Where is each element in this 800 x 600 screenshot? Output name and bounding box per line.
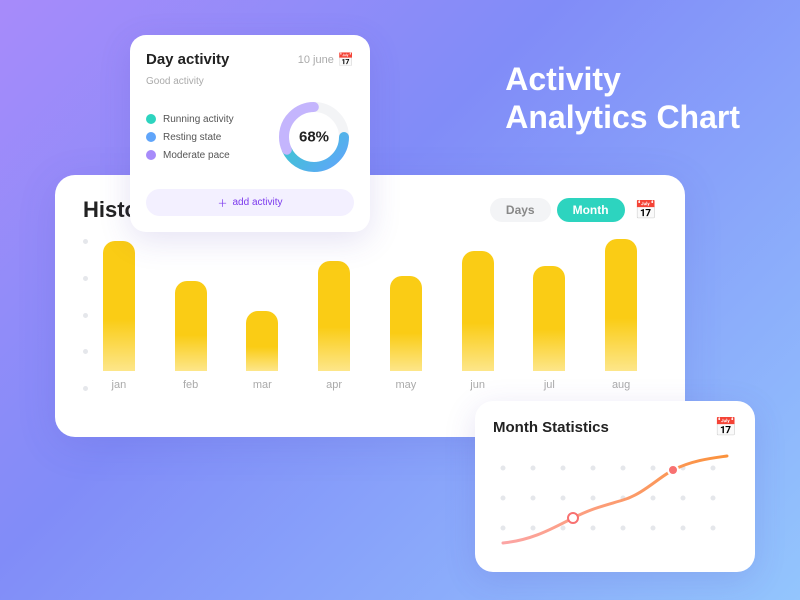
toggle-days-button[interactable]: Days: [490, 198, 551, 222]
day-activity-card: Day activity 10 june 📅 Good activity Run…: [130, 35, 370, 232]
day-activity-header: Day activity 10 june 📅: [146, 51, 354, 68]
calendar-icon-small: 📅: [338, 52, 354, 68]
bar-label: jun: [470, 379, 485, 391]
bar: [175, 281, 207, 371]
add-activity-button[interactable]: ＋ add activity: [146, 189, 354, 216]
bar: [318, 261, 350, 371]
bar-group: mar: [227, 239, 299, 391]
bar-group: apr: [298, 239, 370, 391]
bar: [533, 266, 565, 371]
month-stats-card: Month Statistics 📅: [475, 401, 755, 572]
donut-percentage: 68%: [299, 129, 329, 146]
line-chart: [493, 448, 737, 558]
donut-chart: 68%: [274, 97, 354, 177]
bar-label: aug: [612, 379, 630, 391]
activity-body: Running activity Resting state Moderate …: [146, 97, 354, 177]
legend-dot-purple: [146, 150, 156, 160]
bar: [103, 241, 135, 371]
bar-label: may: [395, 379, 416, 391]
legend-item-resting: Resting state: [146, 132, 264, 143]
legend-item-running: Running activity: [146, 114, 264, 125]
bar: [462, 251, 494, 371]
bar: [605, 239, 637, 371]
bar-group: may: [370, 239, 442, 391]
bar-group: jul: [514, 239, 586, 391]
legend-item-moderate: Moderate pace: [146, 150, 264, 161]
bar-group: jun: [442, 239, 514, 391]
bar-label: apr: [326, 379, 342, 391]
bar-chart: jan feb mar apr may jun jul aug: [83, 239, 657, 419]
bar-label: feb: [183, 379, 198, 391]
page-title: Activity Analytics Chart: [505, 60, 740, 137]
legend-dot-teal: [146, 114, 156, 124]
bar: [246, 311, 278, 371]
legend-dot-blue: [146, 132, 156, 142]
bar-group: aug: [585, 239, 657, 391]
bar-label: mar: [253, 379, 272, 391]
bar: [390, 276, 422, 371]
month-stats-title: Month Statistics: [493, 419, 609, 436]
good-activity-label: Good activity: [146, 76, 354, 87]
bar-label: jan: [112, 379, 127, 391]
day-activity-title: Day activity: [146, 51, 229, 68]
day-activity-date: 10 june 📅: [298, 52, 354, 68]
month-stats-header: Month Statistics 📅: [493, 417, 737, 438]
legend: Running activity Resting state Moderate …: [146, 114, 264, 161]
title-area: Activity Analytics Chart: [505, 60, 740, 137]
plus-icon: ＋: [217, 195, 227, 210]
bar-label: jul: [544, 379, 555, 391]
bar-group: feb: [155, 239, 227, 391]
bar-group: jan: [83, 239, 155, 391]
calendar-icon-monthstats: 📅: [715, 417, 737, 438]
toggle-group: Days Month 📅: [490, 198, 657, 222]
toggle-month-button[interactable]: Month: [557, 198, 625, 222]
calendar-icon-history[interactable]: 📅: [635, 200, 657, 221]
